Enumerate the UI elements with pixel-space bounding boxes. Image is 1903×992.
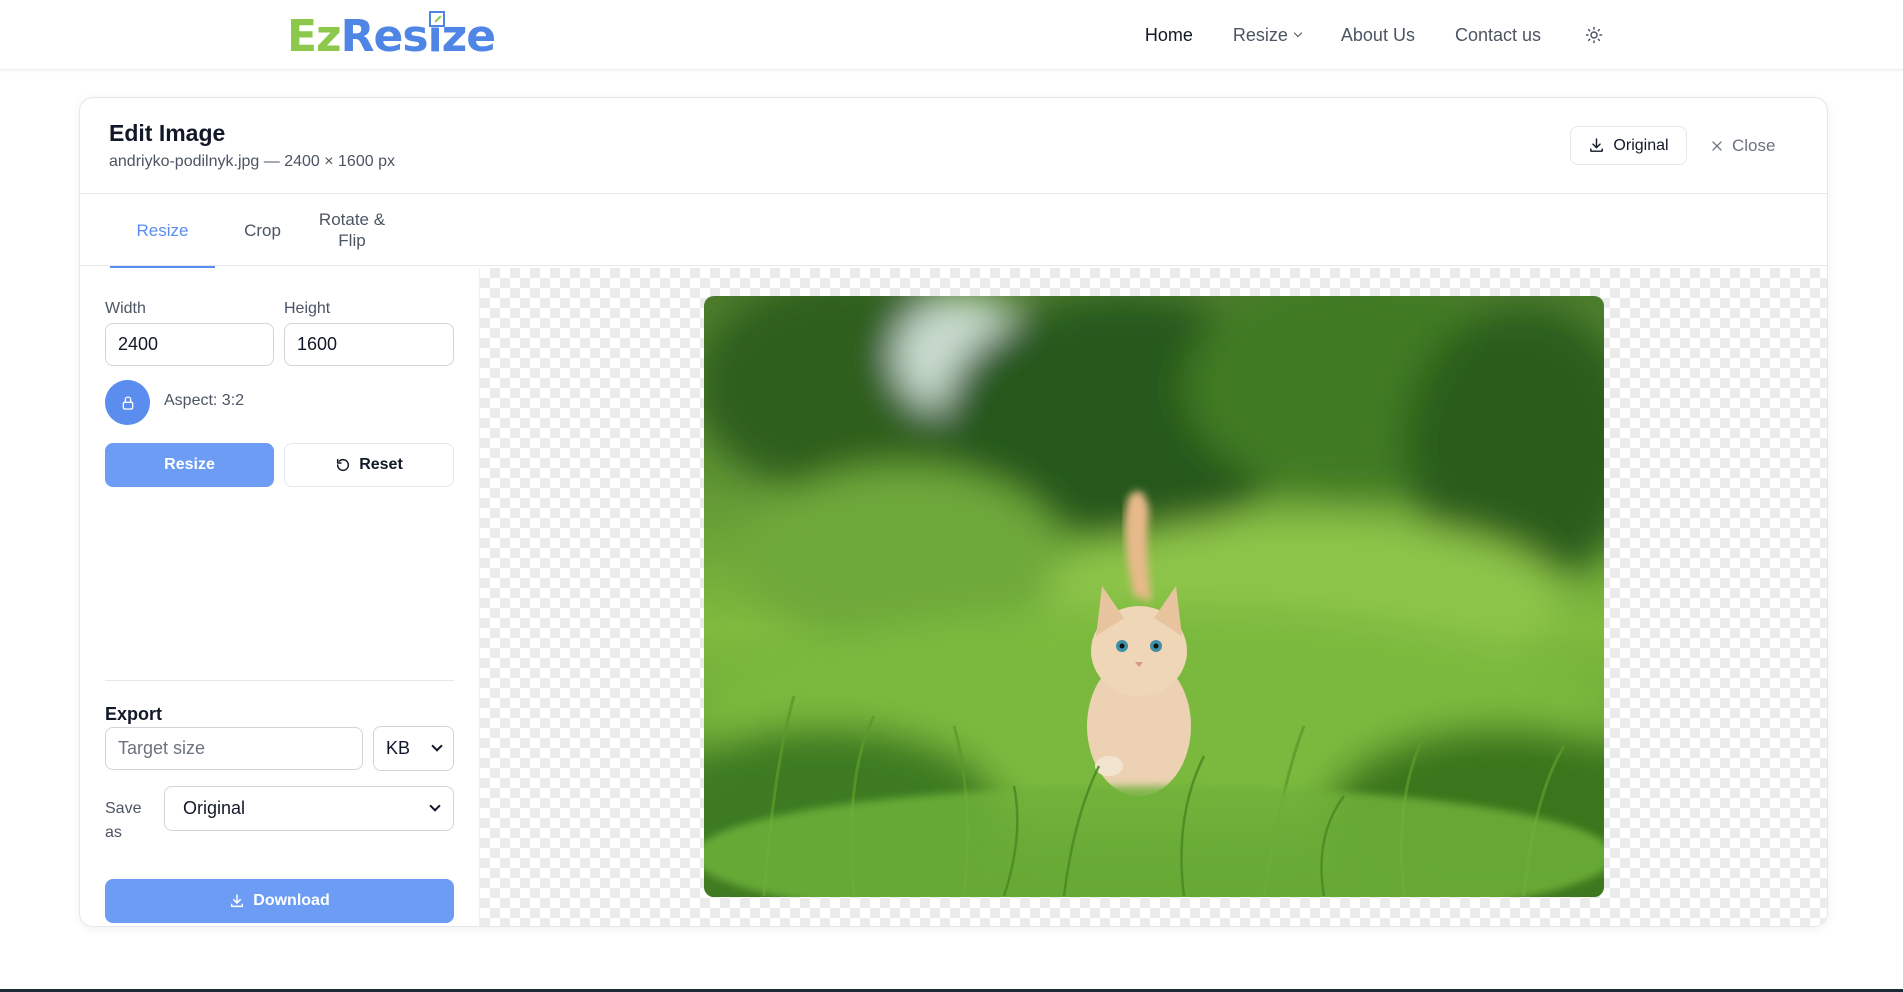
download-label: Download — [253, 892, 330, 909]
download-icon — [1590, 138, 1604, 152]
tab-crop[interactable]: Crop — [220, 194, 305, 266]
nav-home[interactable]: Home — [1145, 25, 1193, 46]
download-icon — [231, 894, 244, 908]
sun-icon[interactable] — [1585, 26, 1603, 44]
kitten-photo — [704, 296, 1604, 897]
logo-text-resize: Resize — [340, 11, 496, 62]
ezresize-logo[interactable]: Ez Resize — [287, 11, 496, 62]
resize-panel: Width Height 2400 1600 Aspect: 3:2 Resiz… — [80, 268, 480, 926]
original-label: Original — [1613, 136, 1669, 154]
reset-icon — [337, 458, 350, 472]
logo-resize-icon — [429, 11, 445, 27]
resize-button[interactable]: Resize — [105, 443, 274, 487]
size-unit-value: KB — [386, 738, 411, 758]
nav-resize-label: Resize — [1232, 24, 1288, 45]
close-button[interactable]: Close — [1710, 126, 1775, 165]
main-nav: Home Resize About Us Contact us — [1105, 0, 1603, 70]
save-format-select[interactable]: Original — [164, 786, 454, 831]
edit-image-card: Edit Image andriyko-podilnyk.jpg — 2400 … — [79, 97, 1828, 927]
width-input[interactable]: 2400 — [105, 323, 274, 366]
reset-button[interactable]: Reset — [284, 443, 454, 487]
chevron-down-icon — [429, 800, 441, 812]
target-size-input[interactable]: Target size — [105, 727, 363, 770]
nav-resize[interactable]: Resize — [1232, 24, 1303, 46]
image-preview-canvas[interactable] — [480, 268, 1827, 926]
save-format-value: Original — [183, 798, 246, 818]
size-unit-select[interactable]: KB — [373, 726, 454, 771]
tab-resize[interactable]: Resize — [110, 194, 215, 266]
logo-text-ez: Ez — [287, 11, 342, 62]
export-title: Export — [105, 704, 163, 724]
download-button[interactable]: Download — [105, 879, 454, 923]
card-header: Edit Image andriyko-podilnyk.jpg — 2400 … — [80, 98, 1827, 194]
tab-rotate-flip[interactable]: Rotate & Flip — [312, 194, 392, 266]
download-original-button[interactable]: Original — [1570, 126, 1687, 165]
nav-about-us[interactable]: About Us — [1341, 25, 1415, 46]
close-icon — [1712, 140, 1722, 151]
chevron-down-icon — [1293, 28, 1303, 38]
aspect-lock-toggle[interactable] — [105, 380, 150, 425]
close-label: Close — [1732, 135, 1776, 155]
lock-icon — [122, 395, 133, 410]
width-label: Width — [105, 300, 146, 317]
height-label: Height — [284, 300, 331, 317]
target-size-placeholder: Target size — [118, 738, 206, 758]
reset-label: Reset — [359, 456, 403, 473]
chevron-down-icon — [431, 740, 443, 752]
save-as-label: Save as — [105, 800, 142, 841]
aspect-ratio-label: Aspect: 3:2 — [164, 392, 245, 409]
editor-tabs: Resize Crop Rotate & Flip — [80, 194, 1827, 266]
export-divider — [105, 680, 454, 681]
top-navbar: Ez Resize Home Resize About Us Contact us — [0, 0, 1903, 70]
image-file-info: andriyko-podilnyk.jpg — 2400 × 1600 px — [109, 153, 395, 170]
card-title: Edit Image — [109, 120, 226, 146]
nav-contact-us[interactable]: Contact us — [1455, 25, 1541, 46]
height-input[interactable]: 1600 — [284, 323, 454, 366]
